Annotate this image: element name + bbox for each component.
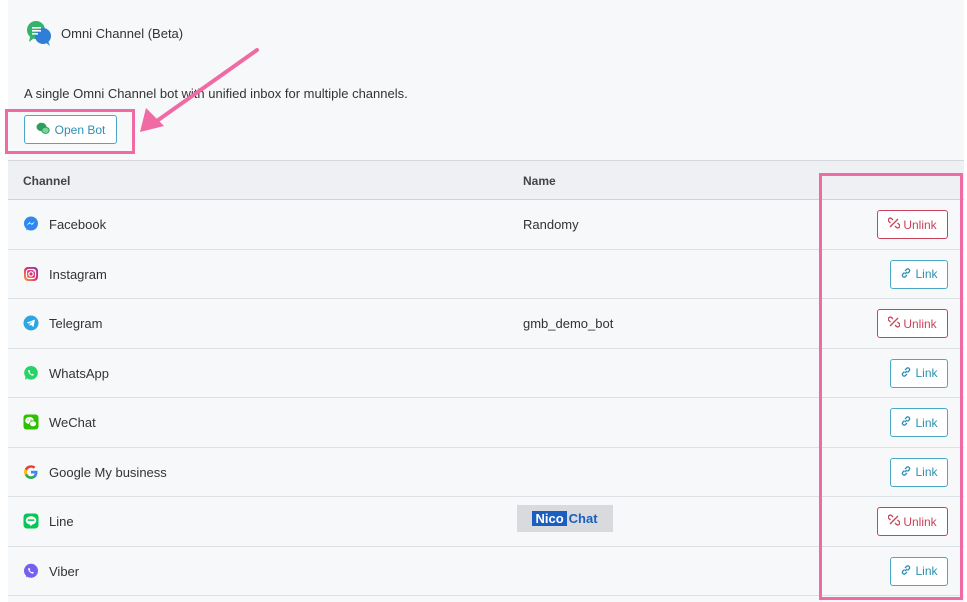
unlink-icon xyxy=(887,514,901,529)
unlink-button[interactable]: Unlink xyxy=(877,210,948,239)
table-row: Telegram gmb_demo_bot Unlink xyxy=(8,299,964,349)
unlink-icon xyxy=(887,316,901,331)
table-row: WeChat Link xyxy=(8,398,964,448)
table-row: Line Nico Chat Unlink xyxy=(8,497,964,547)
channel-label: Line xyxy=(49,514,74,529)
channel-label: Viber xyxy=(49,563,80,579)
channel-label: WeChat xyxy=(49,415,96,430)
link-icon xyxy=(900,366,912,381)
channel-label: Instagram xyxy=(49,266,107,282)
watermark-part1: Nico xyxy=(532,511,567,526)
table-row: Google My business Link xyxy=(8,447,964,497)
whatsapp-icon xyxy=(23,365,39,381)
channel-name: gmb_demo_bot xyxy=(523,316,614,331)
viber-icon xyxy=(23,563,39,579)
channel-label: Google My business xyxy=(49,464,167,480)
chat-bubbles-icon xyxy=(25,19,53,47)
telegram-icon xyxy=(23,315,39,331)
instagram-icon xyxy=(23,266,39,282)
table-row: Viber Link xyxy=(8,546,964,596)
link-label: Link xyxy=(915,267,938,281)
open-bot-button[interactable]: Open Bot xyxy=(24,115,117,144)
table-row: Instagram Link xyxy=(8,249,964,299)
unlink-label: Unlink xyxy=(903,316,937,331)
link-label: Link xyxy=(915,366,938,380)
link-label: Link xyxy=(915,564,938,578)
unlink-icon xyxy=(887,217,901,232)
channel-name: Randomy xyxy=(523,217,579,232)
link-button[interactable]: Link xyxy=(890,556,948,586)
omni-channel-panel: Omni Channel (Beta) A single Omni Channe… xyxy=(0,0,967,602)
watermark-logo: Nico Chat xyxy=(517,505,613,532)
column-header-name: Name xyxy=(523,174,556,188)
google-icon xyxy=(23,464,39,480)
messenger-icon xyxy=(23,216,39,232)
watermark-part2: Chat xyxy=(568,511,598,526)
unlink-button[interactable]: Unlink xyxy=(877,309,948,338)
link-icon xyxy=(900,465,912,480)
column-header-channel: Channel xyxy=(23,174,71,188)
page-title: Omni Channel (Beta) xyxy=(61,25,184,41)
link-icon xyxy=(900,564,912,579)
wechat-icon xyxy=(23,414,39,430)
table-row: Facebook Randomy Unlink xyxy=(8,200,964,250)
channel-label: Telegram xyxy=(49,316,103,331)
link-icon xyxy=(900,415,912,430)
table-row: WhatsApp Link xyxy=(8,348,964,398)
link-button[interactable]: Link xyxy=(890,259,948,289)
unlink-button[interactable]: Unlink xyxy=(877,507,948,536)
open-bot-label: Open Bot xyxy=(54,122,106,137)
table-header: Channel Name xyxy=(8,160,964,200)
link-label: Link xyxy=(915,465,938,479)
unlink-label: Unlink xyxy=(903,514,937,529)
channels-table: Channel Name Facebook Randomy Unlink Ins… xyxy=(8,160,964,596)
panel-description: A single Omni Channel bot with unified i… xyxy=(24,86,408,101)
link-button[interactable]: Link xyxy=(890,408,948,437)
channel-label: Facebook xyxy=(49,217,107,232)
channel-label: WhatsApp xyxy=(49,365,109,381)
panel-header: Omni Channel (Beta) xyxy=(8,0,964,66)
link-icon xyxy=(900,267,912,282)
link-label: Link xyxy=(915,415,938,430)
link-button[interactable]: Link xyxy=(890,457,948,487)
line-icon xyxy=(23,513,39,529)
chat-bubbles-icon xyxy=(36,122,50,138)
unlink-label: Unlink xyxy=(903,217,937,232)
link-button[interactable]: Link xyxy=(890,358,948,388)
